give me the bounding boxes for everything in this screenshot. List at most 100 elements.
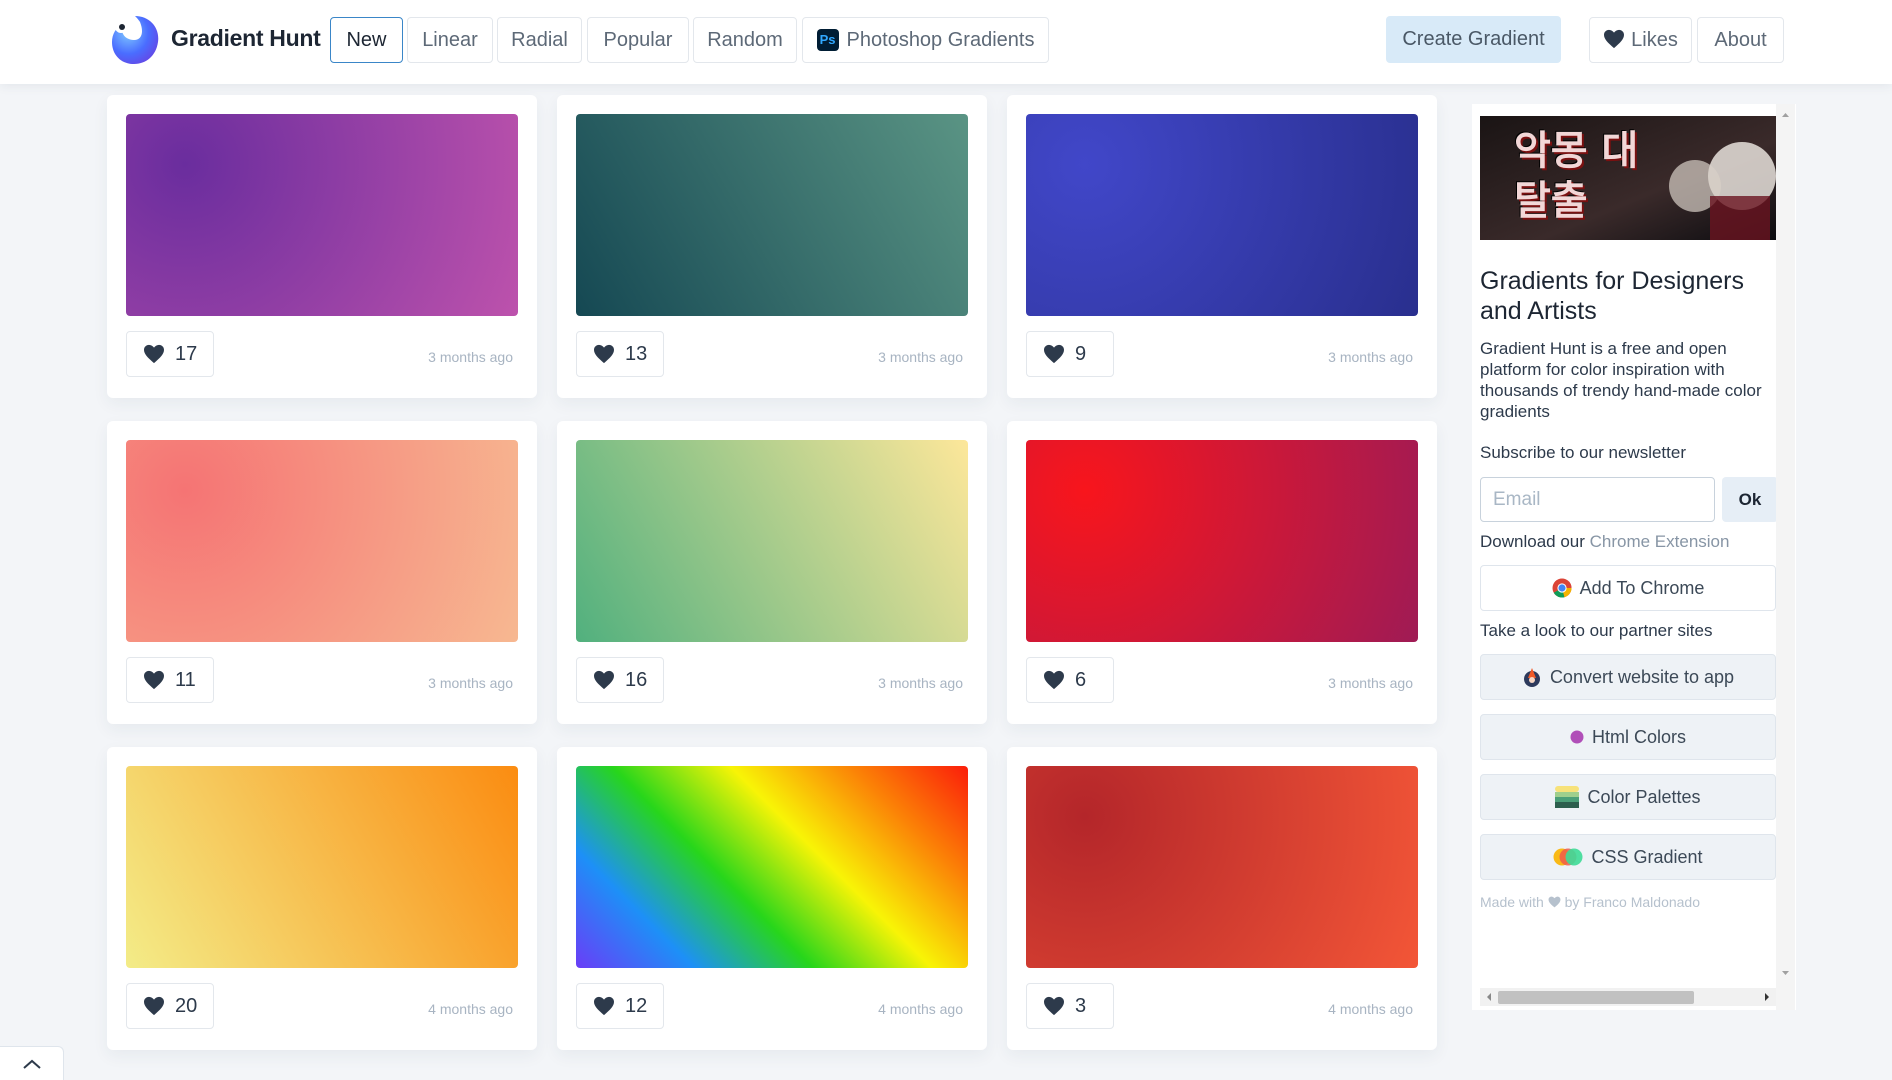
sidebar-vertical-scrollbar[interactable] — [1776, 104, 1795, 1010]
partner-convert-label: Convert website to app — [1549, 666, 1735, 687]
rocket-icon — [1523, 668, 1540, 687]
create-gradient-button[interactable]: Create Gradient — [1386, 16, 1561, 63]
heart-icon — [594, 996, 614, 1016]
like-button[interactable]: 3 — [1026, 983, 1114, 1029]
gradient-swatch[interactable] — [1026, 114, 1418, 316]
partner-css-gradient-label: CSS Gradient — [1591, 846, 1703, 867]
like-button[interactable]: 11 — [126, 657, 214, 703]
nav-about[interactable]: About — [1697, 17, 1784, 63]
color-dot-icon — [1570, 730, 1584, 744]
made-with-prefix: Made with — [1480, 894, 1544, 910]
partner-css-gradient[interactable]: CSS Gradient — [1480, 834, 1776, 880]
gradient-card: 16 3 months ago — [557, 421, 987, 724]
email-input[interactable] — [1480, 477, 1715, 522]
like-count: 20 — [175, 994, 198, 1017]
download-prefix: Download our — [1480, 532, 1590, 551]
nav-popular[interactable]: Popular — [587, 17, 689, 63]
brand-name[interactable]: Gradient Hunt — [171, 25, 321, 52]
gradient-swatch[interactable] — [1026, 440, 1418, 642]
heart-icon — [144, 670, 164, 690]
add-to-chrome-label: Add To Chrome — [1579, 577, 1705, 598]
download-extension-text: Download our Chrome Extension — [1480, 532, 1729, 552]
gradient-swatch[interactable] — [576, 114, 968, 316]
add-to-chrome-button[interactable]: Add To Chrome — [1480, 565, 1776, 611]
scroll-left-arrow-icon — [1487, 993, 1491, 1001]
scrollbar-thumb[interactable] — [1498, 991, 1694, 1004]
like-button[interactable]: 16 — [576, 657, 665, 703]
logo-icon[interactable] — [108, 12, 162, 66]
like-button[interactable]: 12 — [576, 983, 665, 1029]
heart-icon — [594, 670, 614, 690]
like-count: 17 — [175, 342, 198, 365]
chrome-extension-link[interactable]: Chrome Extension — [1590, 532, 1730, 551]
timestamp: 4 months ago — [1328, 1001, 1413, 1017]
heart-icon — [144, 344, 164, 364]
timestamp: 3 months ago — [878, 349, 963, 365]
like-button[interactable]: 20 — [126, 983, 215, 1029]
gradient-swatch[interactable] — [576, 766, 968, 968]
gradient-swatch[interactable] — [1026, 766, 1418, 968]
like-count: 16 — [625, 668, 648, 691]
nav-random[interactable]: Random — [693, 17, 797, 63]
subscribe-ok-button[interactable]: Ok — [1722, 477, 1778, 522]
partner-color-palettes[interactable]: Color Palettes — [1480, 774, 1776, 820]
gradient-swatch[interactable] — [126, 766, 518, 968]
gradient-card: 17 3 months ago — [107, 95, 537, 398]
chrome-icon — [1552, 578, 1572, 598]
sidebar: 악몽 대탈출 Gradients for Designers and Artis… — [1472, 104, 1796, 1010]
gradient-card: 11 3 months ago — [107, 421, 537, 724]
back-to-top-button[interactable] — [0, 1046, 64, 1080]
scroll-up-arrow-icon — [1782, 113, 1789, 117]
gradient-swatch[interactable] — [126, 440, 518, 642]
heart-icon — [1044, 344, 1064, 364]
chevron-up-icon — [22, 1059, 41, 1069]
like-count: 11 — [175, 668, 196, 691]
like-count: 12 — [625, 994, 648, 1017]
gradient-card: 9 3 months ago — [1007, 95, 1437, 398]
partner-html-colors[interactable]: Html Colors — [1480, 714, 1776, 760]
timestamp: 4 months ago — [428, 1001, 513, 1017]
newsletter-label: Subscribe to our newsletter — [1480, 443, 1686, 462]
made-with-credit: Made with by Franco Maldonado — [1480, 894, 1700, 910]
ad-banner[interactable]: 악몽 대탈출 — [1480, 116, 1776, 240]
gradient-swatch[interactable] — [126, 114, 518, 316]
photoshop-icon: Ps — [816, 29, 839, 51]
partner-sites-label: Take a look to our partner sites — [1480, 621, 1713, 640]
heart-icon — [594, 344, 614, 364]
sidebar-title: Gradients for Designers and Artists — [1480, 267, 1745, 325]
sidebar-horizontal-scrollbar[interactable] — [1480, 988, 1776, 1006]
partner-color-palettes-label: Color Palettes — [1587, 786, 1701, 807]
gradient-card: 13 3 months ago — [557, 95, 987, 398]
heart-icon — [144, 996, 164, 1016]
nav-linear[interactable]: Linear — [407, 17, 493, 63]
like-count: 9 — [1075, 342, 1087, 365]
made-with-author[interactable]: by Franco Maldonado — [1561, 894, 1700, 910]
nav-likes[interactable]: Likes — [1589, 17, 1692, 63]
palette-stripes-icon — [1555, 786, 1580, 808]
gradient-card: 6 3 months ago — [1007, 421, 1437, 724]
timestamp: 4 months ago — [878, 1001, 963, 1017]
css-gradient-circles-icon — [1553, 848, 1583, 866]
like-count: 3 — [1075, 994, 1087, 1017]
scroll-right-arrow-icon — [1765, 993, 1769, 1001]
like-button[interactable]: 17 — [126, 331, 215, 377]
heart-icon — [1044, 670, 1064, 690]
partner-convert-website-to-app[interactable]: Convert website to app — [1480, 654, 1776, 700]
nav-new[interactable]: New — [330, 17, 403, 63]
heart-icon — [1548, 896, 1561, 908]
partner-html-colors-label: Html Colors — [1591, 726, 1686, 747]
gradient-card: 3 4 months ago — [1007, 747, 1437, 1050]
nav-photoshop-gradients[interactable]: Ps Photoshop Gradients — [802, 17, 1049, 63]
like-count: 13 — [625, 342, 648, 365]
nav-radial[interactable]: Radial — [497, 17, 582, 63]
gradient-swatch[interactable] — [576, 440, 968, 642]
timestamp: 3 months ago — [428, 349, 513, 365]
like-button[interactable]: 6 — [1026, 657, 1114, 703]
like-button[interactable]: 13 — [576, 331, 665, 377]
sidebar-description: Gradient Hunt is a free and open platfor… — [1480, 339, 1762, 421]
heart-icon — [1044, 996, 1064, 1016]
timestamp: 3 months ago — [1328, 349, 1413, 365]
top-navbar: Gradient Hunt New Linear Radial Popular … — [0, 0, 1892, 84]
like-button[interactable]: 9 — [1026, 331, 1114, 377]
scroll-down-arrow-icon — [1782, 971, 1789, 975]
